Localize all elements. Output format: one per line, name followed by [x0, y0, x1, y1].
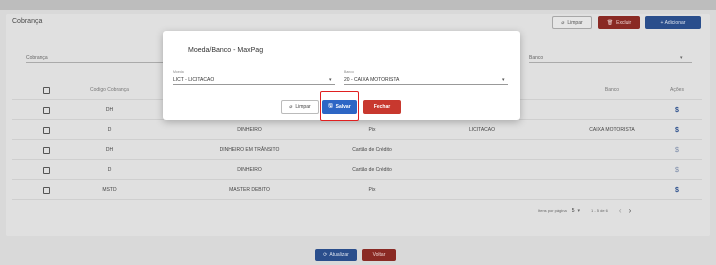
row-checkbox[interactable]	[41, 120, 51, 140]
moeda-field-label: Moeda	[173, 70, 184, 74]
trash-icon: 🗑	[606, 19, 614, 26]
banco-field-label: Banco	[344, 70, 354, 74]
limpar-button[interactable]: ⌀ Limpar	[552, 16, 592, 29]
cell-moeda: DINHEIRO	[237, 167, 262, 173]
chevron-down-icon[interactable]: ▾	[577, 208, 580, 214]
cell-codigo: DH	[105, 147, 114, 153]
excluir-button[interactable]: 🗑 Excluir	[598, 16, 640, 29]
row-checkbox[interactable]	[41, 160, 51, 180]
chevron-down-icon[interactable]: ▾	[680, 55, 683, 61]
cobranca-filter-underline	[26, 62, 176, 63]
dollar-icon[interactable]: $	[657, 160, 697, 180]
prev-page-icon[interactable]: ‹	[619, 206, 622, 215]
header-banco: Banco	[604, 87, 620, 93]
banco-filter[interactable]: Banco	[529, 55, 543, 61]
moeda-select-underline	[173, 84, 335, 85]
voltar-button[interactable]: Voltar	[362, 249, 396, 261]
table-row[interactable]: D DINHEIRO Cartão de Crédito $	[12, 160, 702, 180]
paginator: Itens por página 5 ▾ 1 - 5 de 6 ‹ ›	[538, 206, 631, 215]
select-all-checkbox[interactable]	[41, 80, 51, 100]
dialog-salvar-label: Salvar	[335, 104, 351, 110]
cell-tipo: Pix	[368, 187, 376, 193]
adicionar-button-label: + Adicionar	[660, 19, 686, 26]
header-codigo: Codigo Cobrança	[90, 87, 129, 93]
cell-codigo: D	[107, 127, 112, 133]
header-acoes: Ações	[670, 87, 684, 93]
row-checkbox[interactable]	[41, 100, 51, 120]
cell-codigo: D	[107, 167, 112, 173]
dollar-icon[interactable]: $	[657, 100, 697, 120]
dollar-icon[interactable]: $	[657, 140, 697, 160]
dialog-fechar-button[interactable]: Fechar	[363, 100, 401, 114]
chevron-down-icon[interactable]: ▾	[502, 77, 505, 83]
eraser-icon: ⌀	[561, 19, 565, 26]
items-per-page-select[interactable]: 5	[572, 208, 575, 214]
items-per-page-label: Itens por página	[538, 208, 567, 213]
page-title: Cobrança	[12, 18, 43, 25]
dialog-limpar-label: Limpar	[295, 104, 311, 110]
cell-codigo: MSTD	[102, 187, 117, 193]
cell-codigo: DH	[105, 107, 114, 113]
chevron-down-icon[interactable]: ▾	[329, 77, 332, 83]
cell-tipo: Cartão de Crédito	[352, 167, 392, 173]
table-row[interactable]: DH DINHEIRO EM TRÂNSITO Cartão de Crédit…	[12, 140, 702, 160]
cell-tipo: Pix	[368, 127, 376, 133]
page-range: 1 - 5 de 6	[590, 208, 608, 213]
dialog-salvar-button[interactable]: 🖫 Salvar	[322, 100, 357, 114]
table-row[interactable]: D DINHEIRO Pix LICITACAO CAIXA MOTORISTA…	[12, 120, 702, 140]
moeda-banco-dialog: Moeda/Banco - MaxPag Moeda LICT - LICITA…	[163, 31, 520, 121]
atualizar-button-label: Atualizar	[329, 252, 349, 258]
voltar-button-label: Voltar	[372, 252, 386, 258]
banco-filter-underline	[529, 62, 692, 63]
eraser-icon: ⌀	[289, 104, 293, 110]
atualizar-button[interactable]: ⟳ Atualizar	[315, 249, 357, 261]
save-icon: 🖫	[328, 103, 333, 109]
row-checkbox[interactable]	[41, 180, 51, 200]
row-checkbox[interactable]	[41, 140, 51, 160]
cell-moeda: DINHEIRO	[237, 127, 262, 133]
banco-select-underline	[344, 84, 508, 85]
banco-select[interactable]: 20 - CAIXA MOTORISTA	[344, 77, 399, 83]
next-page-icon[interactable]: ›	[629, 206, 632, 215]
limpar-button-label: Limpar	[567, 19, 583, 26]
dialog-fechar-label: Fechar	[373, 104, 391, 110]
cell-licitacao: LICITACAO	[468, 127, 496, 133]
adicionar-button[interactable]: + Adicionar	[645, 16, 701, 29]
dialog-limpar-button[interactable]: ⌀ Limpar	[281, 100, 319, 114]
moeda-select[interactable]: LICT - LICITACAO	[173, 77, 214, 83]
table-row[interactable]: MSTD MASTER DEBITO Pix $	[12, 180, 702, 200]
cobranca-filter[interactable]: Cobrança	[26, 55, 48, 61]
dollar-icon[interactable]: $	[657, 180, 697, 200]
dollar-icon[interactable]: $	[657, 120, 697, 140]
cell-moeda: MASTER DEBITO	[229, 187, 270, 193]
refresh-icon: ⟳	[323, 252, 328, 258]
excluir-button-label: Excluir	[616, 19, 632, 26]
top-bar	[0, 0, 716, 10]
cell-moeda: DINHEIRO EM TRÂNSITO	[219, 147, 280, 153]
cell-banco: CAIXA MOTORISTA	[589, 127, 635, 133]
dialog-title: Moeda/Banco - MaxPag	[188, 47, 264, 54]
cell-tipo: Cartão de Crédito	[352, 147, 392, 153]
